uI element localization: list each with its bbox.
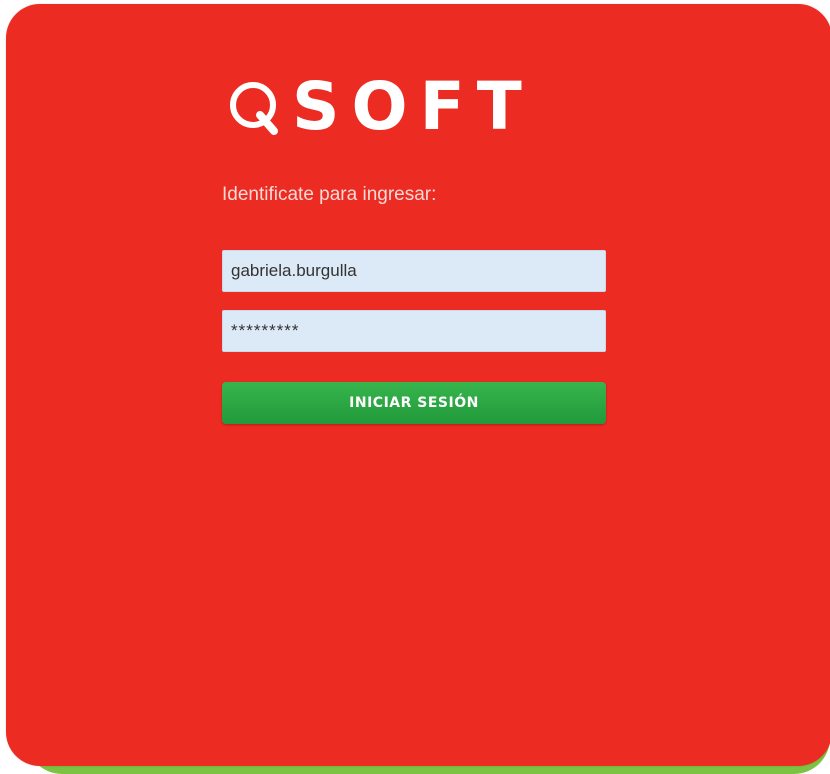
- login-prompt: Identificate para ingresar:: [222, 184, 437, 205]
- q-logo-icon: [230, 82, 278, 135]
- password-input[interactable]: [222, 310, 606, 352]
- username-input[interactable]: [222, 250, 606, 292]
- login-button[interactable]: INICIAR SESIÓN: [222, 382, 606, 424]
- qsoft-logo: SOFT: [226, 72, 586, 142]
- logo-text: SOFT: [292, 68, 534, 145]
